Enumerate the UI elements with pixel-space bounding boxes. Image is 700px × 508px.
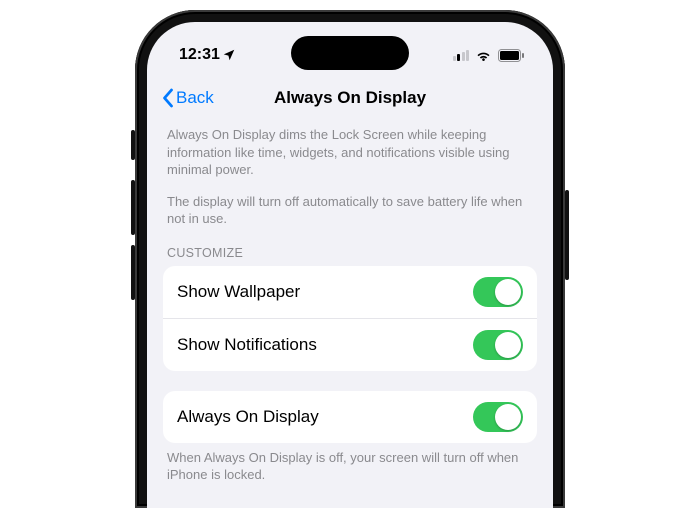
side-button	[131, 180, 135, 235]
row-label: Show Wallpaper	[177, 282, 300, 302]
side-button	[131, 245, 135, 300]
row-label: Show Notifications	[177, 335, 317, 355]
row-show-wallpaper[interactable]: Show Wallpaper	[163, 266, 537, 318]
dynamic-island	[291, 36, 409, 70]
wifi-icon	[475, 49, 492, 62]
toggle-show-wallpaper[interactable]	[473, 277, 523, 307]
row-label: Always On Display	[177, 407, 319, 427]
status-time: 12:31	[179, 46, 220, 64]
nav-bar: Back Always On Display	[147, 76, 553, 120]
chevron-left-icon	[161, 88, 174, 108]
screen: 12:31 Ba	[147, 22, 553, 508]
section-header-customize: CUSTOMIZE	[163, 242, 537, 266]
row-show-notifications[interactable]: Show Notifications	[163, 318, 537, 371]
description-block: Always On Display dims the Lock Screen w…	[163, 120, 537, 228]
cellular-icon	[453, 50, 470, 61]
status-right	[453, 49, 526, 62]
customize-group: Show Wallpaper Show Notifications	[163, 266, 537, 371]
toggle-always-on-display[interactable]	[473, 402, 523, 432]
main-group: Always On Display	[163, 391, 537, 443]
location-icon	[222, 48, 236, 62]
back-button[interactable]: Back	[161, 88, 214, 108]
back-label: Back	[176, 88, 214, 108]
status-left: 12:31	[179, 46, 236, 64]
description-text: Always On Display dims the Lock Screen w…	[167, 126, 533, 179]
description-text: The display will turn off automatically …	[167, 193, 533, 228]
toggle-show-notifications[interactable]	[473, 330, 523, 360]
content: Always On Display dims the Lock Screen w…	[147, 120, 553, 484]
phone-frame: 12:31 Ba	[135, 10, 565, 508]
battery-icon	[498, 49, 525, 62]
side-button	[565, 190, 569, 280]
page-title: Always On Display	[274, 88, 426, 108]
footer-note: When Always On Display is off, your scre…	[163, 443, 537, 484]
row-always-on-display[interactable]: Always On Display	[163, 391, 537, 443]
side-button	[131, 130, 135, 160]
